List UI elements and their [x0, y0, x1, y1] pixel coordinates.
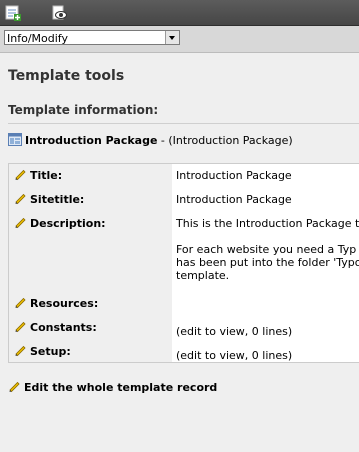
pencil-edit-icon[interactable]	[14, 168, 27, 181]
edit-whole-label: Edit the whole template record	[24, 381, 218, 394]
template-info-table: Title: Introduction Package Sitetitle: I…	[8, 163, 359, 363]
function-menu-select[interactable]: Info/Modify	[4, 30, 180, 45]
template-name: Introduction Package	[25, 134, 158, 147]
pencil-edit-icon[interactable]	[14, 296, 27, 309]
description-line: This is the Introduction Package t	[176, 217, 359, 230]
pencil-edit-icon[interactable]	[14, 344, 27, 357]
row-value: Introduction Package	[172, 187, 359, 211]
function-bar: Info/Modify	[0, 26, 359, 53]
row-value: This is the Introduction Package t For e…	[172, 211, 359, 291]
row-label: Constants:	[8, 315, 172, 339]
description-line: template.	[176, 269, 230, 282]
description-line: For each website you need a Typ	[176, 243, 357, 256]
template-subtitle: - (Introduction Package)	[157, 134, 293, 147]
template-icon	[8, 133, 22, 146]
row-label: Title:	[8, 163, 172, 187]
chevron-down-icon[interactable]	[165, 31, 179, 44]
row-label: Setup:	[8, 339, 172, 363]
divider	[8, 123, 359, 124]
section-title: Template information:	[8, 103, 159, 117]
row-label: Sitetitle:	[8, 187, 172, 211]
pencil-edit-icon[interactable]	[14, 320, 27, 333]
row-label: Description:	[8, 211, 172, 291]
row-value: (edit to view, 0 lines)	[172, 339, 359, 363]
table-row: Resources:	[8, 291, 359, 315]
row-value: Introduction Package	[172, 163, 359, 187]
table-row: Setup: (edit to view, 0 lines)	[8, 339, 359, 363]
table-row: Constants: (edit to view, 0 lines)	[8, 315, 359, 339]
pencil-edit-icon	[8, 380, 21, 393]
table-row: Description: This is the Introduction Pa…	[8, 211, 359, 291]
template-heading: Introduction Package - (Introduction Pac…	[8, 133, 293, 147]
table-row: Sitetitle: Introduction Package	[8, 187, 359, 211]
edit-whole-template-link[interactable]: Edit the whole template record	[8, 380, 217, 394]
top-toolbar	[0, 0, 359, 26]
page-title: Template tools	[8, 68, 125, 84]
row-label: Resources:	[8, 291, 172, 315]
pencil-edit-icon[interactable]	[14, 192, 27, 205]
function-menu-value: Info/Modify	[7, 32, 68, 45]
description-line: has been put into the folder 'Typo	[176, 256, 359, 269]
view-webpage-icon[interactable]	[51, 5, 67, 21]
description-line	[176, 230, 359, 243]
table-row: Title: Introduction Package	[8, 163, 359, 187]
row-value	[172, 291, 359, 315]
pencil-edit-icon[interactable]	[14, 216, 27, 229]
row-value: (edit to view, 0 lines)	[172, 315, 359, 339]
new-record-icon[interactable]	[5, 5, 21, 21]
